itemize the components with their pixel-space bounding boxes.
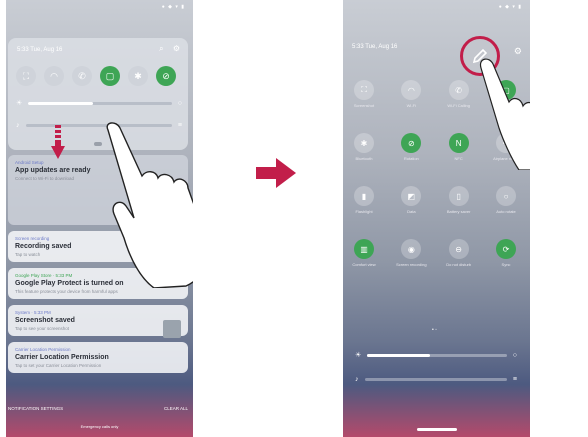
quick-tile[interactable]: ▮ Flashlight <box>351 186 377 214</box>
screenshot-icon: ⛶ <box>354 80 374 100</box>
battery-icon: ▯ <box>448 186 469 206</box>
tile-label: Auto rotate <box>496 209 516 214</box>
rotate-icon[interactable]: ▢ <box>100 66 120 86</box>
bluetooth-icon: ✱ <box>354 133 374 153</box>
volume-slider[interactable]: ♪ ≡ <box>355 374 517 384</box>
right-phone-screen: ● ◆ ▾ ▮ 5:33 Tue, Aug 16 ⚙ ⛶ Screenshot ◠ W… <box>343 0 530 437</box>
rotation-icon: ⊘ <box>401 133 422 153</box>
quick-tiles-row: ⛶ ◠ ✆ ▢ ✱ ⊘ <box>16 66 176 86</box>
data-icon: ◩ <box>401 186 422 206</box>
flashlight-icon: ▮ <box>354 186 374 206</box>
volume-icon: ♪ <box>355 375 359 383</box>
tile-label: Screenshot <box>353 103 375 108</box>
navigation-bar[interactable] <box>417 428 457 431</box>
status-bar: ● ◆ ▾ ▮ <box>498 4 522 10</box>
volume-icon: ♪ <box>16 121 20 129</box>
tile-label: Sync <box>501 262 511 267</box>
tile-row: ▥ Comfort view ◉ Screen recording ⊖ Do not di… <box>351 239 519 267</box>
search-icon[interactable]: ⌕ <box>159 44 163 53</box>
tile-label: Bluetooth <box>355 156 373 161</box>
quick-tile[interactable]: ✆ Wi-Fi Calling <box>446 80 472 108</box>
rotation-icon[interactable]: ⊘ <box>156 66 176 86</box>
quick-tile[interactable]: ✱ Bluetooth <box>351 133 377 161</box>
transition-arrow-icon <box>256 158 296 188</box>
quick-tile[interactable]: ⟳ Sync <box>493 239 519 267</box>
notification-footer: NOTIFICATION SETTINGS CLEAR ALL <box>8 406 188 411</box>
tile-label: Battery saver <box>446 209 471 214</box>
screenshot-icon[interactable]: ⛶ <box>16 66 36 86</box>
tile-label: Do not disturb <box>446 262 472 267</box>
notification-body: This feature protects your device from h… <box>15 289 118 294</box>
tile-label: Rotation <box>403 156 419 161</box>
swipe-down-arrow-icon <box>51 125 65 159</box>
hand-gesture-icon <box>479 58 530 170</box>
auto-brightness-icon[interactable]: ○ <box>513 352 517 359</box>
wifi-icon: ◠ <box>401 80 422 100</box>
notification-card[interactable]: System · 5:33 PM Screenshot saved Tap to s… <box>8 305 188 336</box>
tile-label: Comfort view <box>352 262 376 267</box>
quick-tile[interactable]: ○ Auto rotate <box>493 186 519 214</box>
page-indicator: • ◦ <box>432 327 437 333</box>
tile-label: Wi-Fi <box>406 103 416 108</box>
notification-settings-button[interactable]: NOTIFICATION SETTINGS <box>8 406 63 411</box>
quick-tile[interactable]: N NFC <box>446 133 472 161</box>
quick-tile[interactable]: ⛶ Screenshot <box>351 80 377 108</box>
auto-brightness-icon[interactable]: ○ <box>178 100 182 107</box>
brightness-icon: ☀ <box>355 352 362 359</box>
tile-label: Wi-Fi Calling <box>447 103 470 108</box>
quick-tile[interactable]: ▯ Battery saver <box>446 186 472 214</box>
clear-all-button[interactable]: CLEAR ALL <box>164 406 188 411</box>
notification-body: Tap to see your screenshot <box>15 326 70 331</box>
left-phone-screen: ● ◆ ▾ ▮ 5:33 Tue, Aug 16 ⌕ ⚙ ⛶ ◠ ✆ ▢ ✱ ⊘ ☀ ○ … <box>6 0 193 437</box>
settings-sliders-icon[interactable]: ≡ <box>513 376 517 383</box>
circle-icon: ○ <box>495 186 516 206</box>
qs-time: 5:33 Tue, Aug 16 <box>17 47 63 53</box>
wifi-icon[interactable]: ◠ <box>44 66 64 86</box>
status-bar: ● ◆ ▾ ▮ <box>161 4 185 10</box>
quick-tile[interactable]: ⊘ Rotation <box>398 133 424 161</box>
emergency-calls-text: Emergency calls only <box>80 424 119 429</box>
bluetooth-icon[interactable]: ✱ <box>128 66 148 86</box>
book-icon: ▥ <box>354 239 374 259</box>
gear-icon[interactable]: ⚙ <box>173 44 180 53</box>
tile-label: Screen recording <box>396 262 427 267</box>
screenshot-thumbnail <box>163 320 181 338</box>
brightness-fill <box>367 353 431 357</box>
notification-card[interactable]: Carrier Location Permission Carrier Locat… <box>8 342 188 373</box>
notification-app: Carrier Location Permission <box>15 347 71 352</box>
brightness-slider[interactable]: ☀ ○ <box>16 98 182 108</box>
tile-label: NFC <box>454 156 463 161</box>
brightness-slider[interactable]: ☀ ○ <box>355 350 517 360</box>
quick-tile[interactable]: ◠ Wi-Fi <box>398 80 424 108</box>
sync-icon: ⟳ <box>495 239 516 259</box>
tile-label: Flashlight <box>355 209 373 214</box>
quick-tile[interactable]: ◉ Screen recording <box>396 239 427 267</box>
tile-label: Data <box>407 209 416 214</box>
brightness-icon: ☀ <box>16 100 23 107</box>
brightness-fill <box>28 101 93 105</box>
wifi-calling-icon[interactable]: ✆ <box>72 66 92 86</box>
quick-tile[interactable]: ▥ Comfort view <box>351 239 377 267</box>
notification-body: Tap to set your Carrier Location Permiss… <box>15 363 102 368</box>
notification-app: System · 5:33 PM <box>15 310 51 315</box>
quick-tile[interactable]: ⊖ Do not disturb <box>446 239 472 267</box>
dnd-icon: ⊖ <box>448 239 469 259</box>
qs-time: 5:33 Tue, Aug 16 <box>352 44 398 50</box>
notification-title: Carrier Location Permission <box>15 354 109 361</box>
record-icon: ◉ <box>401 239 422 259</box>
qs-top-icons: ⌕ ⚙ <box>152 44 180 54</box>
quick-tile[interactable]: ◩ Data <box>398 186 424 214</box>
wifi-calling-icon: ✆ <box>448 80 469 100</box>
hand-gesture-icon <box>106 122 193 288</box>
notification-title: Screenshot saved <box>15 317 75 324</box>
tile-row: ▮ Flashlight ◩ Data ▯ Battery saver ○ Auto rota… <box>351 186 519 214</box>
nfc-icon: N <box>448 133 469 153</box>
